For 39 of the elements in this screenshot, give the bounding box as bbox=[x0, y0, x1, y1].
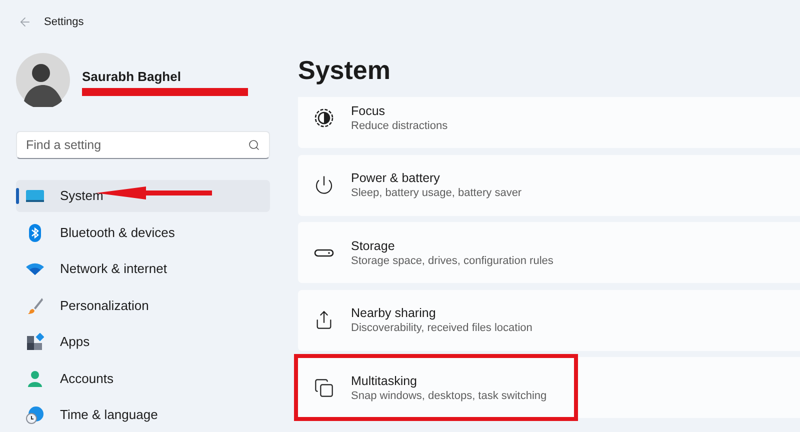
back-icon[interactable] bbox=[18, 15, 32, 29]
card-subtitle: Discoverability, received files location bbox=[351, 321, 532, 335]
paintbrush-icon bbox=[26, 296, 44, 314]
settings-card[interactable]: Focus Reduce distractions bbox=[298, 97, 800, 148]
card-subtitle: Reduce distractions bbox=[351, 118, 448, 132]
settings-card[interactable]: Nearby sharing Discoverability, received files location bbox=[298, 290, 800, 350]
search-field[interactable]: Find a setting bbox=[16, 131, 270, 159]
sidebar-item[interactable]: Bluetooth & devices bbox=[16, 216, 270, 248]
sidebar-item[interactable]: Accounts bbox=[16, 362, 270, 394]
avatar bbox=[16, 53, 70, 107]
sidebar-item[interactable]: System bbox=[16, 180, 270, 212]
focus-icon bbox=[314, 108, 334, 128]
monitor-icon bbox=[26, 187, 44, 205]
page-title: System bbox=[298, 57, 390, 83]
card-title: Power & battery bbox=[351, 170, 441, 186]
card-subtitle: Snap windows, desktops, task switching bbox=[351, 388, 547, 402]
sidebar-item[interactable]: Time & language bbox=[16, 399, 270, 431]
search-icon bbox=[248, 139, 260, 151]
person-icon bbox=[26, 370, 44, 388]
bluetooth-icon bbox=[26, 224, 44, 242]
sidebar-item[interactable]: Personalization bbox=[16, 290, 270, 322]
sidebar-item[interactable]: Network & internet bbox=[16, 253, 270, 285]
card-title: Storage bbox=[351, 238, 396, 254]
globe-clock-icon bbox=[26, 406, 44, 424]
card-subtitle: Sleep, battery usage, battery saver bbox=[351, 186, 522, 200]
settings-card[interactable]: Multitasking Snap windows, desktops, task switching bbox=[298, 357, 800, 418]
card-title: Focus bbox=[351, 102, 386, 118]
card-title: Nearby sharing bbox=[351, 305, 437, 321]
profile-name: Saurabh Baghel bbox=[82, 68, 181, 86]
apps-icon bbox=[26, 333, 44, 351]
card-subtitle: Storage space, drives, configuration rules bbox=[351, 254, 554, 268]
card-title: Multitasking bbox=[351, 372, 418, 388]
settings-card[interactable]: Power & battery Sleep, battery usage, battery saver bbox=[298, 154, 800, 216]
settings-card[interactable]: Storage Storage space, drives, configuration rules bbox=[298, 222, 800, 283]
share-icon bbox=[314, 310, 334, 330]
window-title: Settings bbox=[44, 14, 84, 30]
sidebar-item[interactable]: Apps bbox=[16, 326, 270, 358]
windows-icon bbox=[314, 378, 334, 398]
power-icon bbox=[314, 175, 334, 195]
